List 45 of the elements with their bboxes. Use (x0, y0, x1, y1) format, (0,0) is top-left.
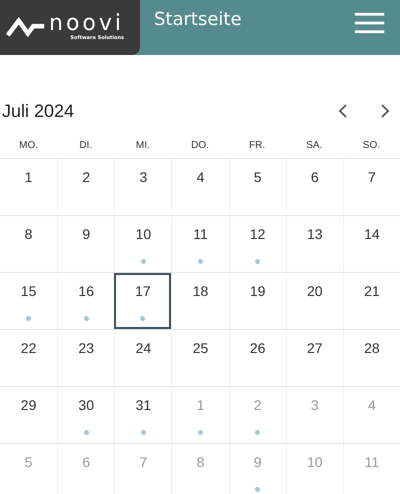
day-cell[interactable]: 28 (342, 330, 400, 386)
day-cell[interactable]: 19 (228, 273, 286, 329)
weekday-label: FR. (249, 140, 266, 150)
zigzag-logo-icon (6, 16, 46, 38)
day-cell[interactable]: 25 (171, 330, 229, 386)
day-cell[interactable]: 18 (171, 273, 229, 329)
day-cell[interactable]: 16 (57, 273, 114, 329)
menu-icon[interactable] (354, 12, 385, 34)
day-cell[interactable]: 1 (0, 159, 58, 215)
day-cell[interactable]: 26 (228, 330, 286, 386)
day-cell[interactable]: 7 (342, 159, 400, 215)
weekday-label: DI. (79, 140, 92, 150)
previous-month-icon[interactable] (338, 103, 348, 119)
day-cell[interactable]: 4 (171, 159, 229, 215)
day-cell[interactable]: 10 (114, 216, 172, 272)
day-cell[interactable]: 30 (57, 387, 114, 443)
day-cell[interactable]: 6 (286, 159, 343, 215)
day-cell[interactable]: 5 (228, 159, 286, 215)
day-cell[interactable]: 29 (0, 387, 58, 443)
weekday-label: MO. (19, 140, 38, 150)
day-cell[interactable]: 15 (0, 273, 58, 329)
weekday-label: SO. (362, 140, 380, 150)
day-cell[interactable]: 20 (286, 273, 343, 329)
day-cell[interactable]: 27 (286, 330, 343, 386)
weekday-label: DO. (191, 140, 209, 150)
day-cell[interactable]: 31 (114, 387, 172, 443)
day-cell[interactable]: 12 (228, 216, 286, 272)
weekday-label: SA. (306, 140, 322, 150)
day-cell[interactable]: 24 (114, 330, 172, 386)
day-cell[interactable]: 9 (57, 216, 114, 272)
page-title: Startseite (154, 9, 243, 30)
day-cell[interactable]: 8 (0, 216, 58, 272)
weekday-label: MI. (136, 140, 150, 150)
day-cell[interactable]: 23 (57, 330, 114, 386)
logo-name: noovi (49, 13, 124, 35)
day-cell[interactable]: 11 (171, 216, 229, 272)
month-title: Juli 2024 (2, 100, 76, 122)
next-month-icon[interactable] (380, 103, 390, 119)
day-cell[interactable]: 17 (114, 273, 172, 329)
day-cell[interactable]: 22 (0, 330, 58, 386)
day-cell[interactable]: 21 (342, 273, 400, 329)
day-cell[interactable]: 2 (57, 159, 114, 215)
day-cell[interactable]: 3 (114, 159, 172, 215)
day-cell[interactable]: 13 (286, 216, 343, 272)
day-cell[interactable]: 14 (342, 216, 400, 272)
